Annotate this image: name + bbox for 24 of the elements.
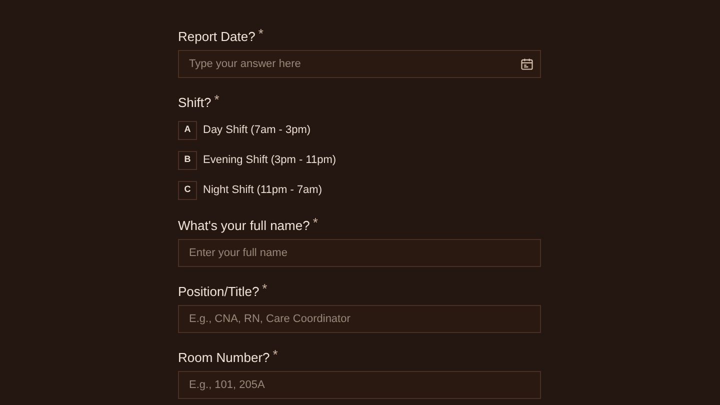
choice-option[interactable]: A Day Shift (7am - 3pm) [178,119,541,141]
option-key: A [178,120,197,140]
option-label: Evening Shift (3pm - 11pm) [203,152,336,168]
question-label: Room Number? [178,349,270,367]
choice-option[interactable]: C Night Shift (11pm - 7am) [178,179,541,201]
date-field[interactable]: Type your answer here [178,50,541,78]
required-mark: * [262,282,268,296]
required-mark: * [258,27,264,41]
question-label: Position/Title? [178,283,260,301]
question-label: Shift? [178,94,212,112]
option-label: Night Shift (11pm - 7am) [203,182,322,198]
text-field[interactable]: E.g., 101, 205A [178,371,541,399]
choice-option[interactable]: B Evening Shift (3pm - 11pm) [178,149,541,171]
question-label: What's your full name? [178,217,310,235]
option-key: C [178,180,197,200]
option-label: Day Shift (7am - 3pm) [203,122,311,138]
text-field[interactable]: E.g., CNA, RN, Care Coordinator [178,305,541,333]
required-mark: * [312,216,318,230]
required-mark: * [214,93,220,107]
calendar-icon[interactable] [520,57,534,71]
question-label: Report Date? [178,28,256,46]
option-key: B [178,150,197,170]
required-mark: * [272,348,278,362]
text-field[interactable]: Enter your full name [178,239,541,267]
